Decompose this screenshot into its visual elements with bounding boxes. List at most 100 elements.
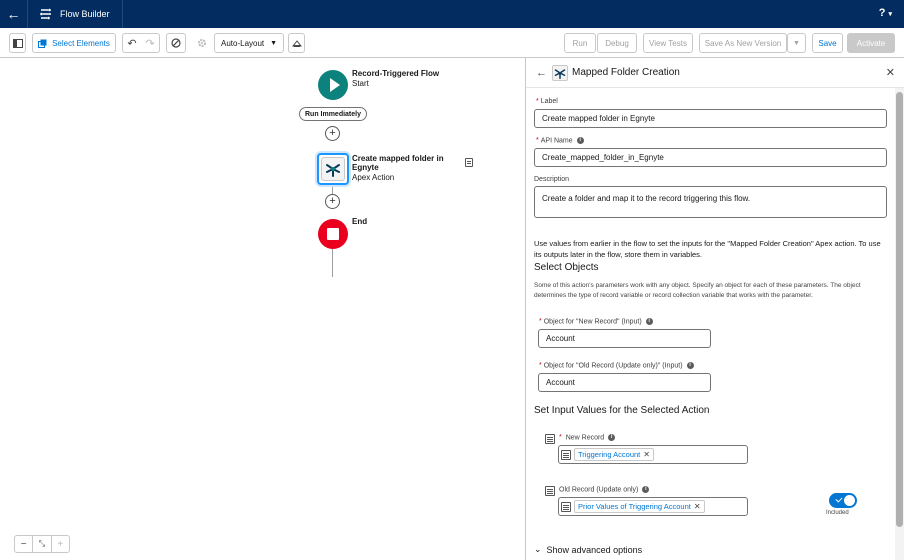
- new-record-value: Triggering Account: [578, 450, 641, 459]
- add-element-button[interactable]: +: [325, 194, 340, 209]
- errors-button[interactable]: [166, 33, 186, 53]
- label-input[interactable]: Create mapped folder in Egnyte: [534, 109, 887, 128]
- new-record-label-text: New Record: [565, 434, 605, 442]
- close-icon[interactable]: ✕: [694, 502, 701, 511]
- flow-canvas[interactable]: Record-Triggered Flow Start Run Immediat…: [0, 58, 525, 560]
- toggle-panel-button[interactable]: [9, 33, 26, 53]
- back-icon[interactable]: ←: [536, 67, 547, 79]
- end-node[interactable]: [318, 219, 348, 249]
- old-record-pill[interactable]: Prior Values of Triggering Account ✕: [574, 500, 705, 513]
- object-new-input[interactable]: Account: [538, 329, 711, 348]
- old-record-value: Prior Values of Triggering Account: [578, 502, 691, 511]
- add-element-button[interactable]: +: [325, 126, 340, 141]
- run-immediately-label: Run Immediately: [304, 110, 361, 118]
- info-icon[interactable]: i: [642, 486, 650, 493]
- panel-header: ← Mapped Folder Creation ✕: [526, 58, 904, 88]
- panel-title: Mapped Folder Creation: [572, 67, 680, 78]
- new-record-label: * New Record i: [559, 434, 616, 442]
- view-tests-label: View Tests: [649, 38, 687, 48]
- info-icon[interactable]: i: [645, 318, 653, 325]
- api-name-input-value: Create_mapped_folder_in_Egnyte: [542, 153, 664, 162]
- run-immediately-path[interactable]: Run Immediately: [299, 107, 367, 121]
- select-elements-button[interactable]: Select Elements: [32, 33, 116, 53]
- panel-body[interactable]: * Label Create mapped folder in Egnyte * A…: [526, 88, 904, 560]
- run-label: Run: [572, 38, 588, 48]
- panel-icon: [12, 38, 23, 48]
- select-objects-text: Some of this action's parameters work wi…: [534, 282, 861, 299]
- old-record-label-text: Old Record (Update only): [559, 486, 639, 494]
- redo-icon[interactable]: ↷: [145, 37, 154, 50]
- old-record-label: Old Record (Update only) i: [559, 486, 650, 494]
- flow-icon: [40, 8, 51, 20]
- gear-icon: [198, 39, 206, 47]
- object-new-label: * Object for "New Record" (Input) i: [539, 318, 653, 325]
- apex-action-icon: [321, 157, 345, 181]
- activate-label: Activate: [856, 38, 886, 48]
- fit-view-icon[interactable]: ⤡: [33, 536, 52, 552]
- info-icon[interactable]: i: [576, 137, 584, 144]
- back-icon[interactable]: ←: [0, 0, 28, 28]
- undo-icon[interactable]: ↶: [127, 37, 136, 50]
- layout-select[interactable]: Auto-Layout ▼: [214, 33, 284, 53]
- end-node-title: End: [352, 217, 368, 226]
- description-label: Description: [534, 176, 570, 183]
- start-node-subtitle: Start: [352, 79, 369, 88]
- toolbar: Select Elements ↶ ↷ Auto-Layout ▼ Run De…: [0, 28, 904, 58]
- chevron-down-icon: ▼: [270, 39, 277, 47]
- show-advanced-options[interactable]: ⌄ Show advanced options: [534, 544, 642, 555]
- organizer-button[interactable]: [288, 33, 305, 53]
- close-icon[interactable]: ✕: [643, 450, 650, 459]
- debug-button[interactable]: Debug: [597, 33, 637, 53]
- select-icon: [38, 39, 47, 48]
- label-input-value: Create mapped folder in Egnyte: [542, 114, 655, 123]
- new-record-input[interactable]: Triggering Account ✕: [558, 445, 748, 464]
- description-icon[interactable]: [465, 158, 473, 167]
- object-old-input[interactable]: Account: [538, 373, 711, 392]
- help-label: ?: [878, 7, 886, 19]
- zoom-out-icon[interactable]: −: [15, 536, 34, 552]
- zoom-in-icon[interactable]: +: [52, 536, 69, 552]
- label-field-label-text: Label: [540, 98, 558, 105]
- view-tests-button[interactable]: View Tests: [643, 33, 693, 53]
- save-as-new-version-button[interactable]: Save As New Version: [699, 33, 787, 53]
- info-icon[interactable]: i: [686, 362, 694, 369]
- layout-select-value: Auto-Layout: [221, 38, 265, 48]
- api-name-label: * API Name i: [536, 137, 584, 144]
- object-old-value: Account: [546, 378, 575, 387]
- activate-button[interactable]: Activate: [847, 33, 895, 53]
- help-menu-button[interactable]: ? ▾: [879, 7, 892, 19]
- run-button[interactable]: Run: [564, 33, 596, 53]
- save-button[interactable]: Save: [812, 33, 843, 53]
- include-toggle[interactable]: [829, 493, 857, 508]
- zoom-controls: − ⤡ +: [14, 535, 70, 553]
- resource-icon: [561, 501, 571, 512]
- settings-icon[interactable]: [192, 33, 212, 53]
- start-node[interactable]: [318, 70, 348, 100]
- label-field-label: * Label: [536, 98, 558, 105]
- object-old-label-text: Object for "Old Record (Update only)" (I…: [543, 362, 683, 370]
- resource-icon: [561, 449, 571, 460]
- save-menu-button[interactable]: ▼: [787, 33, 806, 53]
- chevron-down-icon: ⌄: [534, 544, 542, 554]
- prohibit-icon: [171, 38, 181, 48]
- description-textarea-value: Create a folder and map it to the record…: [542, 194, 751, 203]
- old-record-input[interactable]: Prior Values of Triggering Account ✕: [558, 497, 748, 516]
- chevron-down-icon: ▼: [793, 39, 800, 47]
- panel-scrollbar[interactable]: [895, 88, 904, 560]
- api-name-input[interactable]: Create_mapped_folder_in_Egnyte: [534, 148, 887, 167]
- close-icon[interactable]: ✕: [886, 66, 895, 79]
- select-objects-heading: Select Objects: [534, 262, 599, 273]
- scrollbar-thumb[interactable]: [896, 92, 903, 527]
- resource-icon: [545, 486, 555, 496]
- debug-label: Debug: [605, 38, 629, 48]
- action-node[interactable]: [317, 153, 349, 185]
- app-title: Flow Builder: [28, 0, 123, 28]
- new-record-pill[interactable]: Triggering Account ✕: [574, 448, 654, 461]
- select-elements-label: Select Elements: [52, 38, 110, 48]
- undo-redo-group: ↶ ↷: [122, 33, 160, 53]
- object-new-label-text: Object for "New Record" (Input): [543, 318, 642, 326]
- description-textarea[interactable]: Create a folder and map it to the record…: [534, 186, 887, 218]
- info-icon[interactable]: i: [608, 434, 616, 441]
- object-old-label: * Object for "Old Record (Update only)" (…: [539, 362, 694, 369]
- input-values-heading: Set Input Values for the Selected Action: [534, 405, 710, 416]
